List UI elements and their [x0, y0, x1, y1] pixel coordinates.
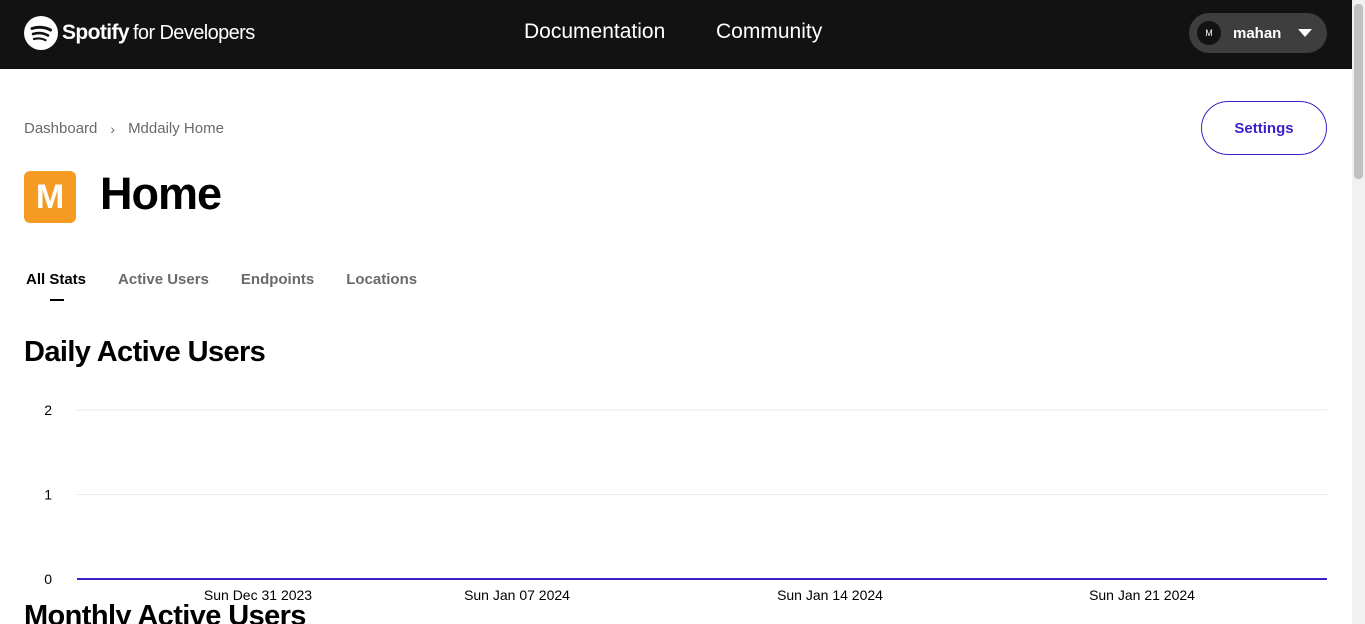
- tab-all-stats[interactable]: All Stats: [26, 271, 86, 301]
- page-title: Home: [100, 168, 222, 219]
- scrollbar-thumb[interactable]: [1354, 4, 1363, 179]
- spotify-developers-logo[interactable]: Spotify for Developers: [24, 16, 255, 50]
- nav-documentation[interactable]: Documentation: [524, 20, 665, 44]
- breadcrumb-current: Mddaily Home: [128, 120, 224, 137]
- caret-down-icon: [1298, 29, 1313, 37]
- monthly-active-users-title: Monthly Active Users: [24, 600, 306, 624]
- y-tick-label: 2: [44, 402, 52, 418]
- top-nav: Spotify for Developers Documentation Com…: [0, 0, 1352, 69]
- tab-endpoints[interactable]: Endpoints: [241, 271, 314, 288]
- chevron-right-icon: ›: [110, 120, 116, 137]
- tab-active-users[interactable]: Active Users: [118, 271, 209, 288]
- y-tick-label: 0: [44, 571, 52, 587]
- settings-button[interactable]: Settings: [1201, 101, 1327, 155]
- brand-name: Spotify: [62, 21, 130, 44]
- x-tick-label: Sun Jan 14 2024: [777, 587, 883, 603]
- breadcrumb-dashboard[interactable]: Dashboard: [24, 120, 97, 137]
- x-tick-label: Sun Jan 07 2024: [464, 587, 570, 603]
- brand-subtitle: for Developers: [132, 21, 255, 44]
- breadcrumb: Dashboard › Mddaily Home: [24, 120, 224, 137]
- user-menu-button[interactable]: M mahan: [1189, 13, 1327, 53]
- daily-active-users-chart: 012Sun Dec 31 2023 Sun Jan 07 2024 Sun Jan…: [44, 402, 1327, 603]
- x-tick-label: Sun Jan 21 2024: [1089, 587, 1195, 603]
- stats-tabs: All Stats Active Users Endpoints Locatio…: [26, 271, 449, 301]
- page-scrollbar[interactable]: [1352, 0, 1365, 624]
- spotify-icon: [24, 16, 58, 50]
- nav-community[interactable]: Community: [716, 20, 822, 44]
- tab-locations[interactable]: Locations: [346, 271, 417, 288]
- avatar: M: [1197, 21, 1221, 45]
- y-tick-label: 1: [44, 487, 52, 503]
- user-name: mahan: [1233, 24, 1282, 42]
- app-icon: M: [24, 171, 76, 223]
- daily-active-users-title: Daily Active Users: [24, 336, 266, 368]
